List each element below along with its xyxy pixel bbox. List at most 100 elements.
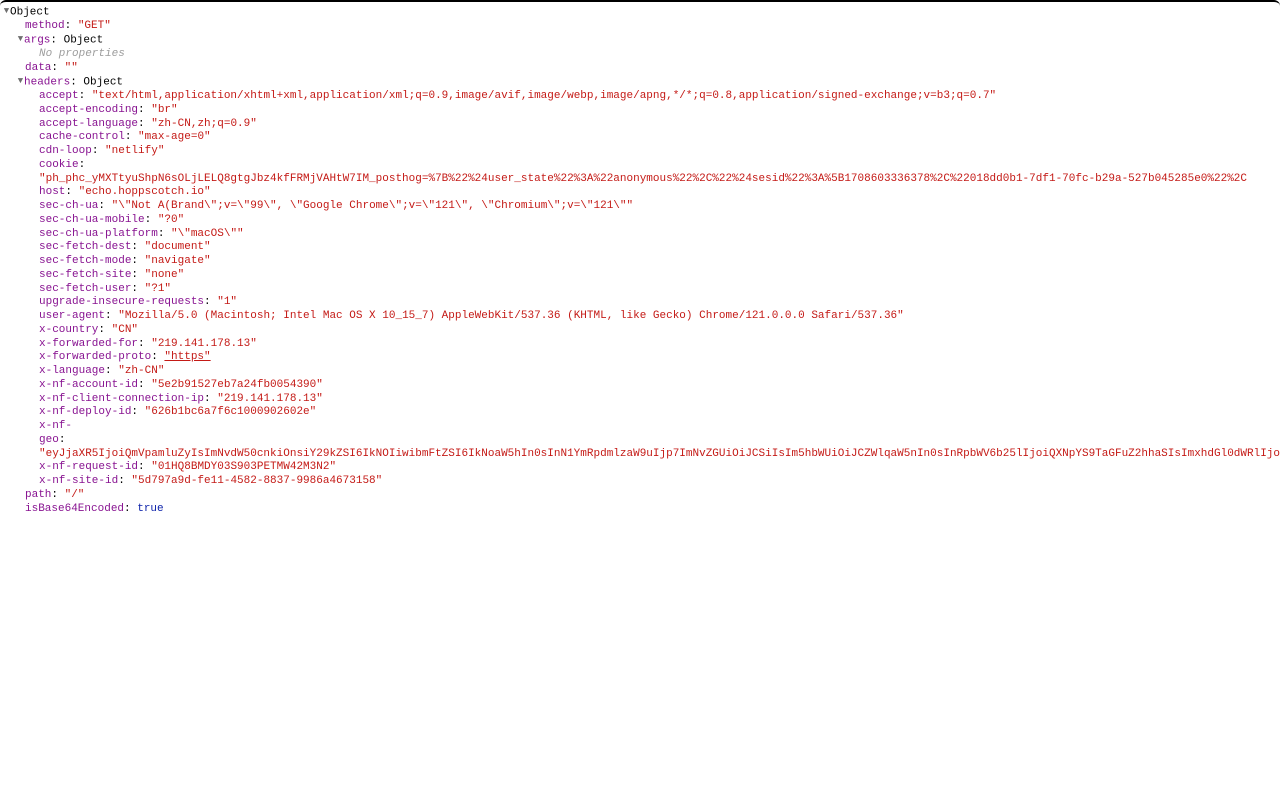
property-value: "" xyxy=(65,62,78,74)
property-value: "Mozilla/5.0 (Macintosh; Intel Mac OS X … xyxy=(118,310,904,322)
property-row-x-nf-client-connection-ip[interactable]: x-nf-client-connection-ip: "219.141.178.… xyxy=(0,393,1280,407)
property-key: x-forwarded-proto xyxy=(39,351,151,363)
property-row-accept-language[interactable]: accept-language: "zh-CN,zh;q=0.9" xyxy=(0,118,1280,132)
object-type-label: Object xyxy=(83,76,123,88)
property-value: "626b1bc6a7f6c1000902602e" xyxy=(145,406,317,418)
property-key: x-nf-account-id xyxy=(39,379,138,391)
property-row-x-nf-site-id[interactable]: x-nf-site-id: "5d797a9d-fe11-4582-8837-9… xyxy=(0,475,1280,489)
property-row-x-language[interactable]: x-language: "zh-CN" xyxy=(0,365,1280,379)
property-row-x-country[interactable]: x-country: "CN" xyxy=(0,324,1280,338)
property-key: x-nf-deploy-id xyxy=(39,406,131,418)
property-value: "br" xyxy=(151,104,177,116)
property-row-sec-ch-ua[interactable]: sec-ch-ua: "\"Not A(Brand\";v=\"99\", \"… xyxy=(0,200,1280,214)
property-key: method xyxy=(25,20,65,32)
property-value: "5e2b91527eb7a24fb0054390" xyxy=(151,379,323,391)
property-key: headers xyxy=(24,76,70,88)
property-key: user-agent xyxy=(39,310,105,322)
property-key: sec-ch-ua xyxy=(39,200,98,212)
property-key: isBase64Encoded xyxy=(25,503,124,515)
property-key: sec-ch-ua-mobile xyxy=(39,214,145,226)
property-value: "navigate" xyxy=(145,255,211,267)
property-key: data xyxy=(25,62,51,74)
property-value: "max-age=0" xyxy=(138,131,211,143)
property-value: "\"Not A(Brand\";v=\"99\", \"Google Chro… xyxy=(112,200,634,212)
property-row-sec-fetch-site[interactable]: sec-fetch-site: "none" xyxy=(0,269,1280,283)
property-row-cdn-loop[interactable]: cdn-loop: "netlify" xyxy=(0,145,1280,159)
property-row-sec-fetch-dest[interactable]: sec-fetch-dest: "document" xyxy=(0,241,1280,255)
property-value: "document" xyxy=(145,241,211,253)
property-row-accept[interactable]: accept: "text/html,application/xhtml+xml… xyxy=(0,90,1280,104)
property-row-sec-fetch-user[interactable]: sec-fetch-user: "?1" xyxy=(0,283,1280,297)
property-key: cache-control xyxy=(39,131,125,143)
property-key: x-country xyxy=(39,324,98,336)
property-value: "5d797a9d-fe11-4582-8837-9986a4673158" xyxy=(131,475,382,487)
property-value: "?1" xyxy=(145,283,171,295)
property-key: cookie xyxy=(39,159,79,171)
property-value: "none" xyxy=(145,269,185,281)
property-row-geo-key[interactable]: geo: xyxy=(0,434,1280,448)
property-key: x-nf-site-id xyxy=(39,475,118,487)
property-row-cache-control[interactable]: cache-control: "max-age=0" xyxy=(0,131,1280,145)
property-key: upgrade-insecure-requests xyxy=(39,296,204,308)
property-row-headers[interactable]: ▼headers: Object xyxy=(0,76,1280,90)
property-value-boolean: true xyxy=(137,503,163,515)
property-value: "netlify" xyxy=(105,145,164,157)
property-key: x-nf-client-connection-ip xyxy=(39,393,204,405)
property-value: "CN" xyxy=(112,324,138,336)
property-value: "/" xyxy=(65,489,85,501)
property-key: accept-encoding xyxy=(39,104,138,116)
property-value: "ph_phc_yMXTtyuShpN6sOLjLELQ8gtgJbz4kfFR… xyxy=(39,173,1247,185)
property-value: "zh-CN,zh;q=0.9" xyxy=(151,118,257,130)
property-row-user-agent[interactable]: user-agent: "Mozilla/5.0 (Macintosh; Int… xyxy=(0,310,1280,324)
property-value: "echo.hoppscotch.io" xyxy=(79,186,211,198)
property-row-host[interactable]: host: "echo.hoppscotch.io" xyxy=(0,186,1280,200)
property-value: "\"macOS\"" xyxy=(171,228,244,240)
property-key: geo xyxy=(39,434,59,446)
property-row-data[interactable]: data: "" xyxy=(0,62,1280,76)
property-row-isbase64encoded[interactable]: isBase64Encoded: true xyxy=(0,503,1280,517)
property-value: "zh-CN" xyxy=(118,365,164,377)
property-value: "219.141.178.13" xyxy=(151,338,257,350)
property-key: host xyxy=(39,186,65,198)
property-row-x-nf-prefix[interactable]: x-nf- xyxy=(0,420,1280,434)
property-value: "?0" xyxy=(158,214,184,226)
property-row-x-forwarded-for[interactable]: x-forwarded-for: "219.141.178.13" xyxy=(0,338,1280,352)
property-row-path[interactable]: path: "/" xyxy=(0,489,1280,503)
property-row-cookie-value[interactable]: "ph_phc_yMXTtyuShpN6sOLjLELQ8gtgJbz4kfFR… xyxy=(0,173,1280,187)
property-row-sec-ch-ua-platform[interactable]: sec-ch-ua-platform: "\"macOS\"" xyxy=(0,228,1280,242)
property-key: sec-fetch-dest xyxy=(39,241,131,253)
property-row-x-nf-account-id[interactable]: x-nf-account-id: "5e2b91527eb7a24fb00543… xyxy=(0,379,1280,393)
property-row-x-forwarded-proto[interactable]: x-forwarded-proto: "https" xyxy=(0,351,1280,365)
property-row-sec-fetch-mode[interactable]: sec-fetch-mode: "navigate" xyxy=(0,255,1280,269)
object-type-label: Object xyxy=(64,35,104,47)
property-row-cookie-key[interactable]: cookie: xyxy=(0,159,1280,173)
property-value: "1" xyxy=(217,296,237,308)
property-row-geo-value[interactable]: "eyJjaXR5IjoiQmVpamluZyIsImNvdW50cnkiOns… xyxy=(0,448,1280,462)
property-value-link[interactable]: "https" xyxy=(164,351,210,363)
object-root-row[interactable]: ▼Object xyxy=(0,6,1280,20)
property-row-upgrade-insecure-requests[interactable]: upgrade-insecure-requests: "1" xyxy=(0,296,1280,310)
no-properties-row: No properties xyxy=(0,48,1280,62)
property-key: x-nf- xyxy=(39,420,72,432)
property-value: "eyJjaXR5IjoiQmVpamluZyIsImNvdW50cnkiOns… xyxy=(39,448,1280,460)
property-key: sec-fetch-mode xyxy=(39,255,131,267)
property-row-sec-ch-ua-mobile[interactable]: sec-ch-ua-mobile: "?0" xyxy=(0,214,1280,228)
property-key: args xyxy=(24,35,50,47)
property-row-accept-encoding[interactable]: accept-encoding: "br" xyxy=(0,104,1280,118)
property-value: "text/html,application/xhtml+xml,applica… xyxy=(92,90,996,102)
property-key: sec-fetch-site xyxy=(39,269,131,281)
property-key: path xyxy=(25,489,51,501)
property-row-x-nf-deploy-id[interactable]: x-nf-deploy-id: "626b1bc6a7f6c1000902602… xyxy=(0,406,1280,420)
property-row-method[interactable]: method: "GET" xyxy=(0,20,1280,34)
property-key: x-forwarded-for xyxy=(39,338,138,350)
property-key: sec-ch-ua-platform xyxy=(39,228,158,240)
property-row-args[interactable]: ▼args: Object xyxy=(0,34,1280,48)
property-key: x-language xyxy=(39,365,105,377)
property-row-x-nf-request-id[interactable]: x-nf-request-id: "01HQ8BMDY03S903PETMW42… xyxy=(0,461,1280,475)
no-properties-label: No properties xyxy=(39,48,125,60)
property-key: accept xyxy=(39,90,79,102)
property-key: x-nf-request-id xyxy=(39,461,138,473)
property-key: cdn-loop xyxy=(39,145,92,157)
property-key: accept-language xyxy=(39,118,138,130)
object-type-label: Object xyxy=(10,7,50,19)
